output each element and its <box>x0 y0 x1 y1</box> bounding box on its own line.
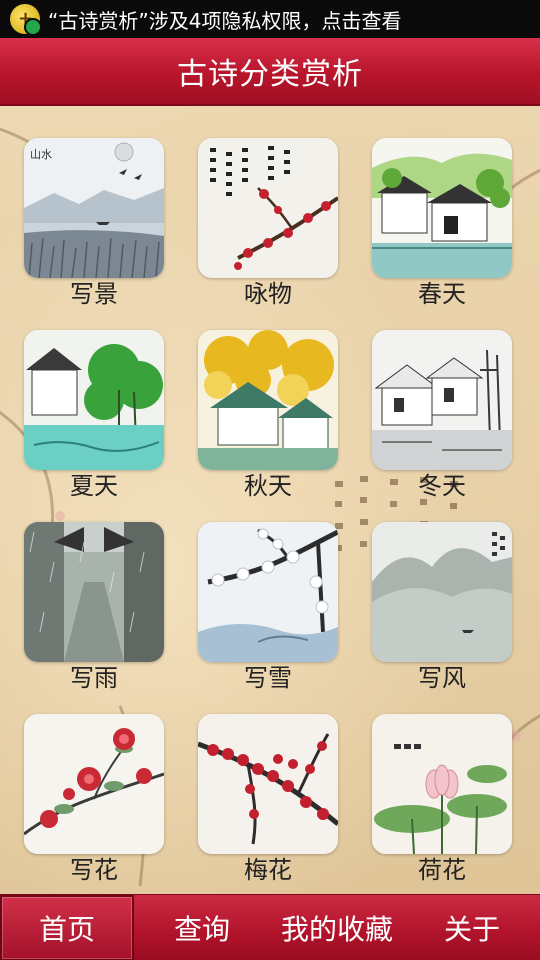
category-object[interactable]: 咏物 <box>198 138 338 314</box>
autumn-village-icon <box>198 330 338 470</box>
tab-home[interactable]: 首页 <box>0 895 134 960</box>
plum-blossom-calligraphy-icon <box>198 138 338 278</box>
category-label: 写雪 <box>244 664 292 692</box>
category-landscape[interactable]: 山水 写景 <box>24 138 164 314</box>
tab-label: 首页 <box>38 913 95 946</box>
category-label: 秋天 <box>244 472 292 500</box>
misty-mountain-icon <box>372 522 512 662</box>
notification-text: “古诗赏析”涉及4项隐私权限，点击查看 <box>48 8 402 33</box>
winter-village-icon <box>372 330 512 470</box>
category-autumn[interactable]: 秋天 <box>198 330 338 506</box>
tab-label: 查询 <box>173 913 230 946</box>
category-wind[interactable]: 写风 <box>372 522 512 698</box>
category-label: 写风 <box>418 664 466 692</box>
tab-about[interactable]: 关于 <box>404 895 540 960</box>
category-label: 写景 <box>70 280 118 308</box>
category-label: 咏物 <box>244 280 292 308</box>
category-label: 写雨 <box>70 664 118 692</box>
category-label: 梅花 <box>244 856 292 884</box>
rainy-alley-icon <box>24 522 164 662</box>
tab-favorites[interactable]: 我的收藏 <box>270 895 404 960</box>
notification-bar[interactable]: + “古诗赏析”涉及4项隐私权限，点击查看 <box>0 0 540 38</box>
spring-village-icon <box>372 138 512 278</box>
tab-label: 我的收藏 <box>280 913 393 946</box>
category-label: 春天 <box>418 280 466 308</box>
category-lotus[interactable]: 荷花 <box>372 714 512 890</box>
category-rain[interactable]: 写雨 <box>24 522 164 698</box>
plum-blossom-icon <box>198 714 338 854</box>
tab-search[interactable]: 查询 <box>134 895 270 960</box>
category-label: 荷花 <box>418 856 466 884</box>
category-winter[interactable]: 冬天 <box>372 330 512 506</box>
app-header: 古诗分类赏析 <box>0 38 540 106</box>
lotus-icon <box>372 714 512 854</box>
category-label: 写花 <box>70 856 118 884</box>
category-flower[interactable]: 写花 <box>24 714 164 890</box>
red-flowers-icon <box>24 714 164 854</box>
summer-village-icon <box>24 330 164 470</box>
category-spring[interactable]: 春天 <box>372 138 512 314</box>
security-shield-icon: + <box>10 4 42 36</box>
landscape-painting-icon: 山水 <box>24 138 164 278</box>
category-label: 夏天 <box>70 472 118 500</box>
bottom-tab-bar: 首页 查询 我的收藏 关于 <box>0 894 540 960</box>
svg-text:山水: 山水 <box>30 148 52 161</box>
category-area: 山水 写景 咏物 春天 夏天 秋天 冬天 写雨 写雪 写风 写花 梅花 荷花 <box>0 106 540 894</box>
category-label: 冬天 <box>418 472 466 500</box>
tab-label: 关于 <box>443 913 500 946</box>
snowy-branch-icon <box>198 522 338 662</box>
category-snow[interactable]: 写雪 <box>198 522 338 698</box>
category-plum[interactable]: 梅花 <box>198 714 338 890</box>
page-title: 古诗分类赏析 <box>177 57 363 92</box>
category-grid: 山水 写景 咏物 春天 夏天 秋天 冬天 写雨 写雪 写风 写花 梅花 荷花 <box>0 106 540 894</box>
category-summer[interactable]: 夏天 <box>24 330 164 506</box>
